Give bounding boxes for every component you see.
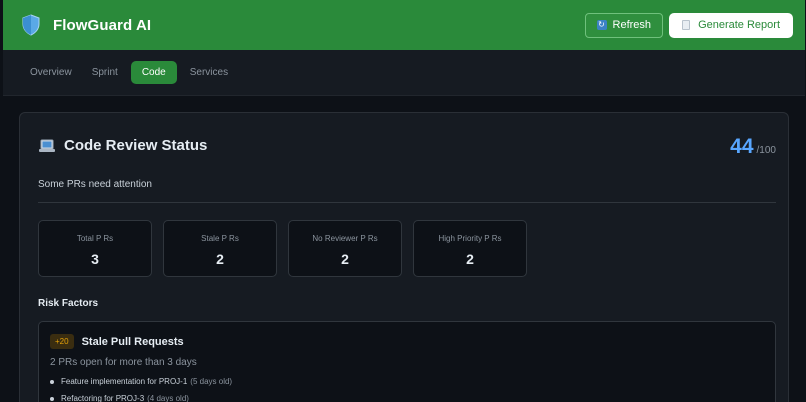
- refresh-button[interactable]: ↻ Refresh: [584, 12, 664, 38]
- app-window: FlowGuard AI ↻ Refresh Generate Report O…: [3, 0, 805, 402]
- laptop-icon: [39, 139, 55, 152]
- document-icon: [682, 20, 691, 30]
- risk-factors-heading: Risk Factors: [38, 298, 99, 309]
- stat-value: 2: [466, 251, 474, 267]
- stat-value: 2: [341, 251, 349, 267]
- card-header: Code Review Status: [38, 137, 207, 154]
- stat-high-priority-prs: High Priority P Rs 2: [413, 220, 527, 277]
- stat-total-prs: Total P Rs 3: [38, 220, 152, 277]
- health-score: 44 /100: [730, 135, 776, 159]
- stat-label: Stale P Rs: [201, 234, 239, 243]
- risk-factor-stale-prs: +20 Stale Pull Requests 2 PRs open for m…: [38, 321, 776, 402]
- stat-stale-prs: Stale P Rs 2: [163, 220, 277, 277]
- tab-overview[interactable]: Overview: [23, 61, 79, 84]
- stat-value: 2: [216, 251, 224, 267]
- brand: FlowGuard AI: [21, 14, 151, 36]
- generate-report-label: Generate Report: [698, 19, 780, 31]
- pr-age: (4 days old): [147, 394, 189, 402]
- stat-no-reviewer-prs: No Reviewer P Rs 2: [288, 220, 402, 277]
- tab-services[interactable]: Services: [183, 61, 235, 84]
- app-header: FlowGuard AI ↻ Refresh Generate Report: [3, 0, 805, 50]
- stat-label: Total P Rs: [76, 234, 114, 243]
- stats-row: Total P Rs 3 Stale P Rs 2 No Reviewer P …: [38, 220, 527, 277]
- generate-report-button[interactable]: Generate Report: [669, 12, 793, 38]
- code-review-card: Code Review Status 44 /100 Some PRs need…: [19, 112, 789, 402]
- pr-title: Feature implementation for PROJ-1: [61, 377, 188, 386]
- score-value: 44: [730, 135, 754, 158]
- divider: [38, 202, 776, 203]
- pr-title: Refactoring for PROJ-3: [61, 394, 145, 402]
- stat-label: High Priority P Rs: [438, 234, 502, 243]
- risk-description: 2 PRs open for more than 3 days: [50, 357, 197, 368]
- pr-age: (5 days old): [190, 377, 233, 386]
- risk-title: Stale Pull Requests: [81, 335, 184, 348]
- stat-label: No Reviewer P Rs: [312, 234, 378, 243]
- app-title: FlowGuard AI: [53, 16, 152, 34]
- stat-value: 3: [91, 251, 99, 267]
- risk-header: +20 Stale Pull Requests: [50, 334, 184, 349]
- risk-score-badge: +20: [50, 334, 74, 349]
- shield-icon: [22, 14, 40, 36]
- tab-code[interactable]: Code: [130, 61, 177, 84]
- header-actions: ↻ Refresh Generate Report: [584, 12, 793, 38]
- bullet-icon: [50, 396, 54, 401]
- refresh-label: Refresh: [612, 19, 652, 31]
- tab-bar: Overview Sprint Code Services: [3, 50, 805, 96]
- bullet-icon: [50, 379, 54, 384]
- list-item: Refactoring for PROJ-3 (4 days old): [50, 394, 232, 402]
- refresh-icon: ↻: [596, 20, 607, 30]
- card-subtitle: Some PRs need attention: [38, 179, 152, 190]
- score-max: /100: [756, 145, 776, 156]
- risk-pr-list: Feature implementation for PROJ-1 (5 day…: [50, 377, 232, 402]
- card-title: Code Review Status: [64, 137, 208, 154]
- tab-sprint[interactable]: Sprint: [85, 61, 125, 84]
- list-item: Feature implementation for PROJ-1 (5 day…: [50, 377, 232, 386]
